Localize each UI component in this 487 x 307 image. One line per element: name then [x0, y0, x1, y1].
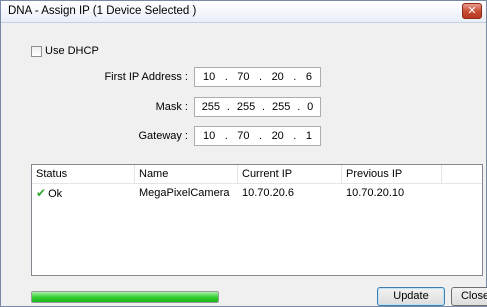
gateway-octet-1: 10 — [203, 130, 216, 142]
column-header-status[interactable]: Status — [32, 165, 135, 183]
column-header-current-ip[interactable]: Current IP — [238, 165, 342, 183]
use-dhcp-option[interactable]: Use DHCP — [31, 44, 99, 58]
mask-octet-2: 255 — [236, 101, 256, 113]
assign-ip-dialog: DNA - Assign IP (1 Device Selected ) ✕ U… — [0, 0, 487, 307]
mask-octet-1: 255 — [201, 101, 221, 113]
first-ip-octet-4: 6 — [305, 71, 312, 83]
octet-separator: . — [262, 101, 266, 113]
mask-label: Mask : — [155, 101, 188, 113]
gateway-field[interactable]: 10 . 70 . 20 . 1 — [194, 126, 321, 146]
device-name-cell: MegaPixelCamera — [139, 186, 230, 199]
list-header: Status Name Current IP Previous IP — [32, 165, 482, 184]
octet-separator: . — [224, 130, 228, 142]
dialog-content: Use DHCP First IP Address : 10 . 70 . 20… — [1, 24, 487, 306]
column-header-previous-ip[interactable]: Previous IP — [342, 165, 442, 183]
window-close-button[interactable]: ✕ — [462, 3, 482, 19]
title-bar: DNA - Assign IP (1 Device Selected ) ✕ — [1, 1, 486, 23]
gateway-label: Gateway : — [138, 130, 188, 142]
window-title: DNA - Assign IP (1 Device Selected ) — [8, 5, 197, 17]
octet-separator: . — [226, 101, 230, 113]
gateway-octet-3: 20 — [271, 130, 284, 142]
previous-ip-cell: 10.70.20.10 — [346, 186, 405, 199]
octet-separator: . — [297, 101, 301, 113]
status-cell: ✔ Ok — [32, 186, 135, 200]
first-ip-field[interactable]: 10 . 70 . 20 . 6 — [194, 67, 321, 87]
gateway-octet-4: 1 — [305, 130, 312, 142]
progress-bar — [31, 291, 219, 303]
progress-bar-fill — [32, 292, 218, 302]
status-text: Ok — [48, 187, 63, 200]
mask-octet-4: 0 — [307, 101, 314, 113]
mask-octet-3: 255 — [271, 101, 291, 113]
close-button[interactable]: Close — [451, 287, 487, 306]
column-header-name[interactable]: Name — [135, 165, 238, 183]
mask-field[interactable]: 255 . 255 . 255 . 0 — [194, 97, 321, 117]
use-dhcp-checkbox[interactable] — [31, 45, 42, 57]
current-ip-cell: 10.70.20.6 — [242, 186, 294, 199]
first-ip-octet-2: 70 — [237, 71, 250, 83]
table-row[interactable]: ✔ Ok MegaPixelCamera 10.70.20.6 10.70.20.… — [32, 184, 482, 201]
first-ip-label: First IP Address : — [104, 71, 188, 83]
column-header-empty — [442, 165, 482, 183]
check-icon: ✔ — [36, 185, 47, 200]
use-dhcp-label: Use DHCP — [45, 45, 99, 57]
gateway-octet-2: 70 — [237, 130, 250, 142]
octet-separator: . — [259, 71, 263, 83]
first-ip-octet-1: 10 — [203, 71, 216, 83]
octet-separator: . — [259, 130, 263, 142]
octet-separator: . — [293, 130, 297, 142]
first-ip-octet-3: 20 — [271, 71, 284, 83]
device-list[interactable]: Status Name Current IP Previous IP ✔ Ok M… — [31, 164, 483, 276]
octet-separator: . — [224, 71, 228, 83]
update-button[interactable]: Update — [377, 287, 445, 306]
octet-separator: . — [293, 71, 297, 83]
